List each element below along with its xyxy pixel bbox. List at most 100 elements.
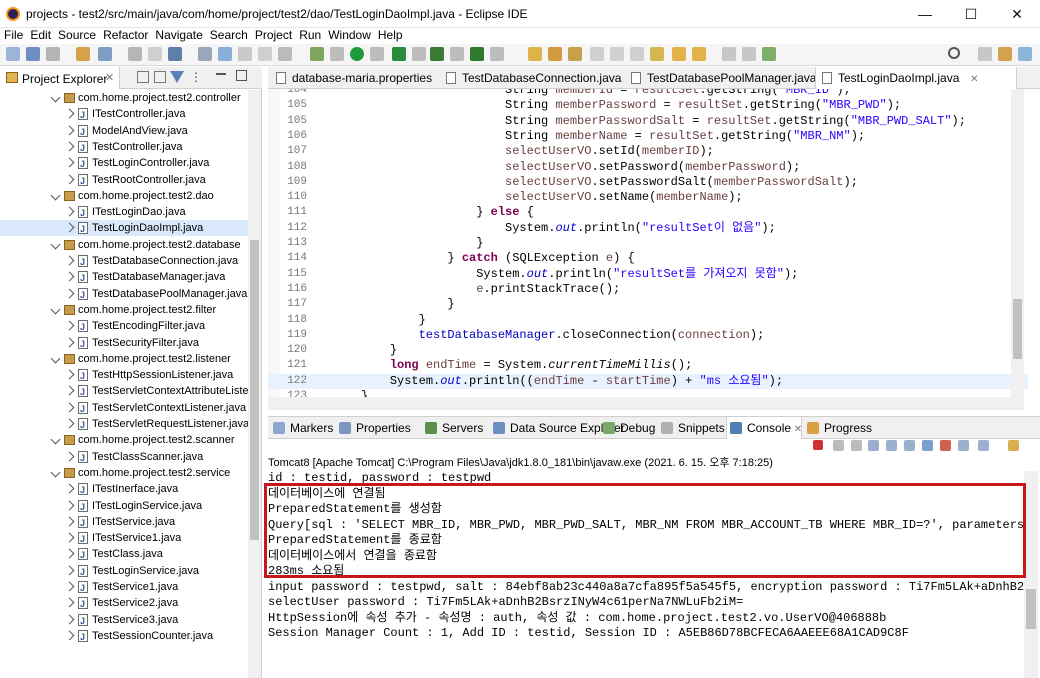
tab-console[interactable]: Console ✕ — [726, 417, 802, 439]
forward-arrow-icon[interactable] — [742, 47, 756, 61]
java-ee-perspective-icon[interactable] — [998, 47, 1012, 61]
debug-icon[interactable] — [310, 47, 324, 61]
code-line[interactable]: 106 String memberName = resultSet.getStr… — [268, 129, 1028, 144]
tree-file-item[interactable]: TestServletContextAttributeListe — [0, 383, 248, 400]
open-console-icon[interactable] — [1008, 440, 1019, 451]
coverage-dropdown-icon[interactable] — [412, 47, 426, 61]
link-editor-icon[interactable] — [154, 71, 166, 83]
tab-data-source-explorer[interactable]: Data Source Explorer — [490, 417, 625, 439]
close-tab-icon[interactable]: ✕ — [791, 424, 802, 435]
tree-package-item[interactable]: com.home.project.test2.scanner — [0, 432, 248, 448]
debug-dropdown-icon[interactable] — [330, 47, 344, 61]
remove-all-icon[interactable] — [851, 440, 862, 451]
tree-file-item[interactable]: TestDatabaseManager.java — [0, 269, 248, 286]
expand-chevron-icon[interactable] — [64, 548, 75, 559]
search-icon[interactable] — [948, 47, 960, 59]
tree-file-item[interactable]: TestLoginController.java — [0, 155, 248, 172]
code-line[interactable]: 119 testDatabaseManager.closeConnection(… — [268, 328, 1028, 343]
close-tab-icon[interactable]: ✕ — [967, 74, 978, 85]
tree-file-item[interactable]: TestClass.java — [0, 546, 248, 563]
expand-chevron-icon[interactable] — [50, 353, 61, 364]
code-line[interactable]: 113 } — [268, 236, 1028, 251]
expand-chevron-icon[interactable] — [64, 402, 75, 413]
menu-window[interactable]: Window — [325, 28, 374, 42]
menu-project[interactable]: Project — [252, 28, 295, 42]
menu-search[interactable]: Search — [207, 28, 251, 42]
last-edit-icon[interactable] — [650, 47, 664, 61]
expand-chevron-icon[interactable] — [64, 614, 75, 625]
expand-chevron-icon[interactable] — [64, 222, 75, 233]
expand-chevron-icon[interactable] — [64, 255, 75, 266]
mark-icon[interactable] — [238, 47, 252, 61]
expand-chevron-icon[interactable] — [64, 206, 75, 217]
expand-chevron-icon[interactable] — [50, 92, 61, 103]
open-type-icon[interactable] — [528, 47, 542, 61]
editor-scrollbar-thumb[interactable] — [1013, 299, 1022, 359]
show-on-stderr-icon[interactable] — [940, 440, 951, 451]
remove-launch-icon[interactable] — [833, 440, 844, 451]
view-menu-icon[interactable]: ⋮ — [190, 70, 202, 84]
tab-markers[interactable]: Markers — [270, 417, 334, 439]
collapse-all-icon[interactable] — [137, 71, 149, 83]
code-line[interactable]: 121 long endTime = System.currentTimeMil… — [268, 358, 1028, 373]
filter-icon[interactable] — [170, 71, 184, 83]
server-icon[interactable] — [470, 47, 484, 61]
code-line[interactable]: 108 selectUserVO.setPassword(memberPassw… — [268, 160, 1028, 175]
expand-chevron-icon[interactable] — [64, 141, 75, 152]
run-icon[interactable] — [350, 47, 364, 61]
coverage-icon[interactable] — [392, 47, 406, 61]
back-arrow-icon[interactable] — [722, 47, 736, 61]
clear-console-icon[interactable] — [868, 440, 879, 451]
tree-file-item[interactable]: ITestInerface.java — [0, 481, 248, 498]
tree-package-item[interactable]: com.home.project.test2.service — [0, 465, 248, 481]
tree-package-item[interactable]: com.home.project.test2.controller — [0, 90, 248, 106]
tree-file-item[interactable]: TestLoginDaoImpl.java — [0, 220, 248, 237]
tree-package-item[interactable]: com.home.project.test2.listener — [0, 351, 248, 367]
save-all-icon[interactable] — [46, 47, 60, 61]
minimize-view-icon[interactable] — [216, 73, 226, 75]
tab-snippets[interactable]: Snippets — [658, 417, 725, 439]
console-scrollbar-thumb[interactable] — [1026, 589, 1036, 629]
code-line[interactable]: 109 selectUserVO.setPasswordSalt(memberP… — [268, 175, 1028, 190]
external-tools-icon[interactable] — [430, 47, 444, 61]
close-button[interactable]: ✕ — [994, 0, 1040, 28]
tab-progress[interactable]: Progress — [804, 417, 874, 439]
word-wrap-console-icon[interactable] — [904, 440, 915, 451]
menu-refactor[interactable]: Refactor — [100, 28, 151, 42]
tree-file-item[interactable]: TestService2.java — [0, 595, 248, 612]
editor-tab[interactable]: TestDatabaseConnection.java — [440, 67, 623, 89]
show-on-stdout-icon[interactable] — [922, 440, 933, 451]
expand-chevron-icon[interactable] — [64, 418, 75, 429]
expand-chevron-icon[interactable] — [64, 500, 75, 510]
expand-chevron-icon[interactable] — [64, 532, 75, 543]
tree-file-item[interactable]: ITestLoginDao.java — [0, 204, 248, 221]
tree-file-item[interactable]: TestEncodingFilter.java — [0, 318, 248, 335]
expand-chevron-icon[interactable] — [64, 288, 75, 299]
code-line[interactable]: 116 e.printStackTrace(); — [268, 282, 1028, 297]
new-icon[interactable] — [6, 47, 20, 61]
code-line[interactable]: 122 System.out.println((endTime - startT… — [268, 373, 1028, 389]
tree-file-item[interactable]: ITestController.java — [0, 106, 248, 123]
expand-chevron-icon[interactable] — [64, 385, 75, 396]
tree-file-item[interactable]: TestRootController.java — [0, 172, 248, 189]
code-line[interactable]: 110 selectUserVO.setName(memberName); — [268, 190, 1028, 205]
menu-help[interactable]: Help — [375, 28, 406, 42]
tree-package-item[interactable]: com.home.project.test2.database — [0, 237, 248, 253]
server-dropdown-icon[interactable] — [490, 47, 504, 61]
prev-annotation-icon[interactable] — [630, 47, 644, 61]
code-line[interactable]: 104 String memberId = resultSet.getStrin… — [268, 89, 1028, 98]
menu-run[interactable]: Run — [296, 28, 324, 42]
expand-chevron-icon[interactable] — [64, 369, 75, 380]
expand-chevron-icon[interactable] — [50, 239, 61, 250]
code-line[interactable]: 105 String memberPasswordSalt = resultSe… — [268, 114, 1028, 129]
editor-tab[interactable]: database-maria.properties — [270, 67, 438, 89]
open-perspective-icon[interactable] — [978, 47, 992, 61]
console-icon[interactable] — [98, 47, 112, 61]
tree-package-item[interactable]: com.home.project.test2.filter — [0, 302, 248, 318]
pin-editor-icon[interactable] — [762, 47, 776, 61]
tree-file-item[interactable]: TestHttpSessionListener.java — [0, 367, 248, 384]
compare-icon[interactable] — [148, 47, 162, 61]
tree-scrollbar[interactable] — [248, 90, 261, 678]
build-icon[interactable] — [76, 47, 90, 61]
tree-file-item[interactable]: TestServletContextListener.java — [0, 400, 248, 417]
